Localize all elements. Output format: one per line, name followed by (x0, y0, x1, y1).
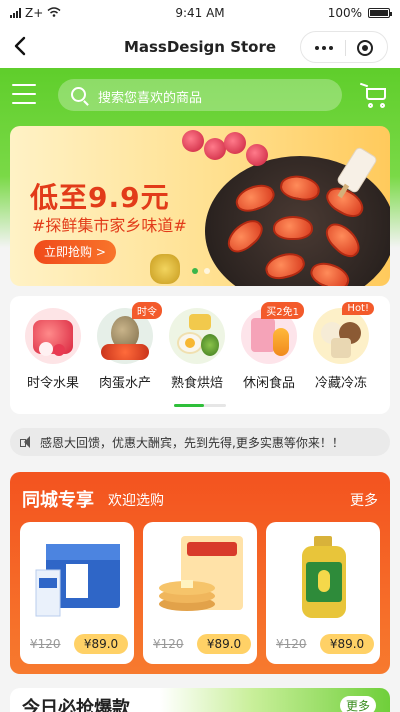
scroll-indicator (174, 404, 226, 407)
lychee-icon (246, 144, 268, 166)
section-title: 同城专享 (22, 490, 94, 511)
status-bar: Z+ 9:41 AM 100% (0, 0, 400, 26)
menu-icon[interactable] (12, 84, 36, 104)
original-price: ¥120 (153, 637, 184, 651)
category-item[interactable]: 时令水果 (18, 308, 88, 391)
category-label: 休闲食品 (242, 376, 295, 391)
search-icon (71, 87, 86, 102)
section-subtitle: 欢迎选购 (108, 493, 164, 509)
close-target-icon[interactable] (357, 40, 373, 56)
deals-header-background: 更多 (160, 688, 390, 712)
speaker-icon (20, 436, 34, 448)
deals-more-link[interactable]: 更多 (339, 696, 376, 712)
price-row: ¥120 ¥89.0 (149, 634, 251, 654)
category-item[interactable]: 熟食烘焙 (162, 308, 232, 391)
category-tag: 时令 (132, 302, 162, 319)
fruit-icon (25, 308, 81, 364)
deals-title: 今日必抢爆款 (22, 698, 130, 712)
nav-bar: MassDesign Store (0, 26, 400, 68)
mini-program-capsule (300, 31, 388, 63)
category-tag: 买2免1 (261, 302, 304, 319)
category-tag: Hot! (342, 302, 374, 315)
price-row: ¥120 ¥89.0 (272, 634, 374, 654)
notice-text: 感恩大回馈，优惠大酬宾，先到先得,更多实惠等你来！！ (40, 436, 344, 450)
lychee-icon (182, 130, 204, 152)
more-options-icon[interactable] (315, 46, 333, 50)
original-price: ¥120 (276, 637, 307, 651)
pancake-mix-image (151, 530, 249, 626)
battery-label: 100% (327, 6, 362, 20)
category-panel: 时令水果 时令 肉蛋水产 熟食烘焙 买2免1 休闲食品 Hot! 冷藏冷冻 (10, 296, 390, 414)
category-label: 冷藏冷冻 (314, 376, 367, 391)
category-label: 肉蛋水产 (98, 376, 151, 391)
buy-now-button[interactable]: 立即抢购 > (34, 240, 116, 264)
notice-bar[interactable]: 感恩大回馈，优惠大酬宾，先到先得,更多实惠等你来！！ (10, 428, 390, 456)
category-item[interactable]: Hot! 冷藏冷冻 (306, 302, 376, 391)
bakery-icon (169, 308, 225, 364)
daily-deals-section: 更多 今日必抢爆款 (10, 688, 390, 712)
carousel-dots (192, 268, 210, 274)
sale-price: ¥89.0 (74, 634, 128, 654)
original-price: ¥120 (30, 637, 61, 651)
ice-cream-icon (313, 308, 369, 364)
product-card[interactable]: ¥120 ¥89.0 (143, 522, 257, 664)
status-right: 100% (327, 6, 392, 20)
search-bar[interactable]: 搜索您喜欢的商品 (58, 79, 342, 111)
banner-subtitle: #探鲜集市家乡味道# (32, 216, 187, 235)
milk-box-image (28, 530, 126, 626)
category-item[interactable]: 买2免1 休闲食品 (234, 302, 304, 391)
product-card[interactable]: ¥120 ¥89.0 (20, 522, 134, 664)
price-row: ¥120 ¥89.0 (26, 634, 128, 654)
category-item[interactable]: 时令 肉蛋水产 (90, 302, 162, 391)
product-card[interactable]: ¥120 ¥89.0 (266, 522, 380, 664)
battery-icon (368, 8, 392, 18)
capsule-divider (345, 40, 346, 56)
promo-banner[interactable]: 低至9.9元 #探鲜集市家乡味道# 立即抢购 > (10, 126, 390, 286)
lychee-icon (204, 138, 226, 160)
sale-price: ¥89.0 (197, 634, 251, 654)
cooking-oil-image (274, 530, 372, 626)
cart-icon[interactable] (359, 82, 388, 108)
durian-icon (150, 254, 180, 284)
search-input[interactable]: 搜索您喜欢的商品 (98, 87, 202, 106)
sale-price: ¥89.0 (320, 634, 374, 654)
category-label: 时令水果 (26, 376, 79, 391)
more-link[interactable]: 更多 (350, 490, 378, 510)
lychee-icon (224, 132, 246, 154)
banner-headline: 低至9.9元 (30, 181, 170, 214)
category-label: 熟食烘焙 (170, 376, 223, 391)
city-exclusive-section: 同城专享 欢迎选购 更多 ¥120 ¥89.0 ¥120 ¥89.0 ¥120 … (10, 472, 390, 674)
